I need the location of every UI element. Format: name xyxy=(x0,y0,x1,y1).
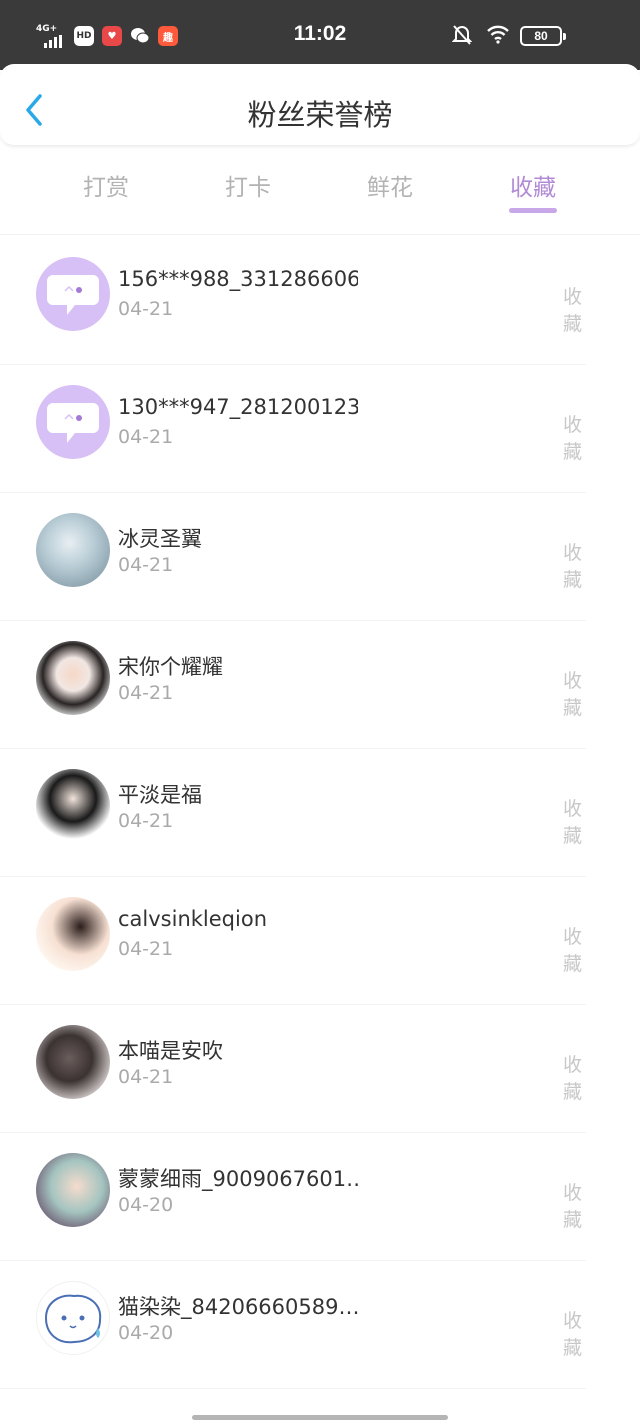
date: 04-21 xyxy=(118,1066,174,1088)
date: 04-21 xyxy=(118,554,174,576)
tab-reward[interactable]: 打赏 xyxy=(56,168,156,202)
list-item[interactable]: 平淡是福 04-21 收藏 xyxy=(0,749,586,877)
mute-bell-icon xyxy=(451,24,474,46)
favorite-label: 收藏 xyxy=(563,798,583,847)
page-title: 粉丝荣誉榜 xyxy=(247,98,393,132)
status-bar: 4G+ HD ♥ 趣 11:02 80 xyxy=(0,0,640,70)
user-name: 宋你个耀耀 xyxy=(118,655,223,679)
active-tab-indicator xyxy=(509,208,557,213)
avatar xyxy=(36,641,110,715)
list-item[interactable]: 猫染染_84206660589… 04-20 收藏 xyxy=(0,1261,586,1389)
user-name: calvsinkleqion xyxy=(118,907,267,931)
favorite-label: 收藏 xyxy=(563,670,583,719)
favorite-label: 收藏 xyxy=(563,1182,583,1231)
list-item[interactable]: 蒙蒙细雨_9009067601… 04-20 收藏 xyxy=(0,1133,586,1261)
cartoon-cat-avatar-icon xyxy=(36,1281,110,1355)
avatar xyxy=(36,1025,110,1099)
list-item[interactable]: 130***947_2812001233 04-21 收藏 xyxy=(0,365,586,493)
divider xyxy=(0,234,640,235)
list-item[interactable]: 宋你个耀耀 04-21 收藏 xyxy=(0,621,586,749)
fan-list: 156***988_3312866067 04-21 收藏 130***947_… xyxy=(0,237,640,1389)
date: 04-21 xyxy=(118,426,174,448)
date: 04-20 xyxy=(118,1194,174,1216)
user-name: 本喵是安吹 xyxy=(118,1039,223,1063)
avatar xyxy=(36,769,110,843)
user-name: 130***947_2812001233 xyxy=(118,395,358,419)
favorite-label: 收藏 xyxy=(563,1310,583,1359)
tab-favorites[interactable]: 收藏 xyxy=(483,168,583,202)
list-item[interactable]: 本喵是安吹 04-21 收藏 xyxy=(0,1005,586,1133)
default-chat-avatar-icon xyxy=(36,385,110,459)
user-name: 156***988_3312866067 xyxy=(118,267,358,291)
list-item[interactable]: 156***988_3312866067 04-21 收藏 xyxy=(0,237,586,365)
tab-checkin[interactable]: 打卡 xyxy=(198,168,298,202)
avatar xyxy=(36,513,110,587)
tab-flowers[interactable]: 鲜花 xyxy=(340,168,440,202)
user-name: 猫染染_84206660589… xyxy=(118,1295,358,1319)
avatar xyxy=(36,1153,110,1227)
default-chat-avatar-icon xyxy=(36,257,110,331)
date: 04-21 xyxy=(118,682,174,704)
list-item[interactable]: calvsinkleqion 04-21 收藏 xyxy=(0,877,586,1005)
favorite-label: 收藏 xyxy=(563,1054,583,1103)
favorite-label: 收藏 xyxy=(563,286,583,335)
favorite-label: 收藏 xyxy=(563,542,583,591)
battery-icon: 80 xyxy=(520,26,566,46)
user-name: 平淡是福 xyxy=(118,783,202,807)
wifi-icon xyxy=(486,24,509,46)
date: 04-21 xyxy=(118,810,174,832)
home-indicator[interactable] xyxy=(192,1415,448,1420)
date: 04-20 xyxy=(118,1322,174,1344)
favorite-label: 收藏 xyxy=(563,926,583,975)
avatar xyxy=(36,897,110,971)
date: 04-21 xyxy=(118,298,174,320)
date: 04-21 xyxy=(118,938,174,960)
user-name: 蒙蒙细雨_9009067601… xyxy=(118,1167,358,1191)
favorite-label: 收藏 xyxy=(563,414,583,463)
nav-header: 粉丝荣誉榜 xyxy=(0,64,640,146)
tab-bar: 打赏 打卡 鲜花 收藏 xyxy=(0,150,640,230)
user-name: 冰灵圣翼 xyxy=(118,527,202,551)
list-item[interactable]: 冰灵圣翼 04-21 收藏 xyxy=(0,493,586,621)
